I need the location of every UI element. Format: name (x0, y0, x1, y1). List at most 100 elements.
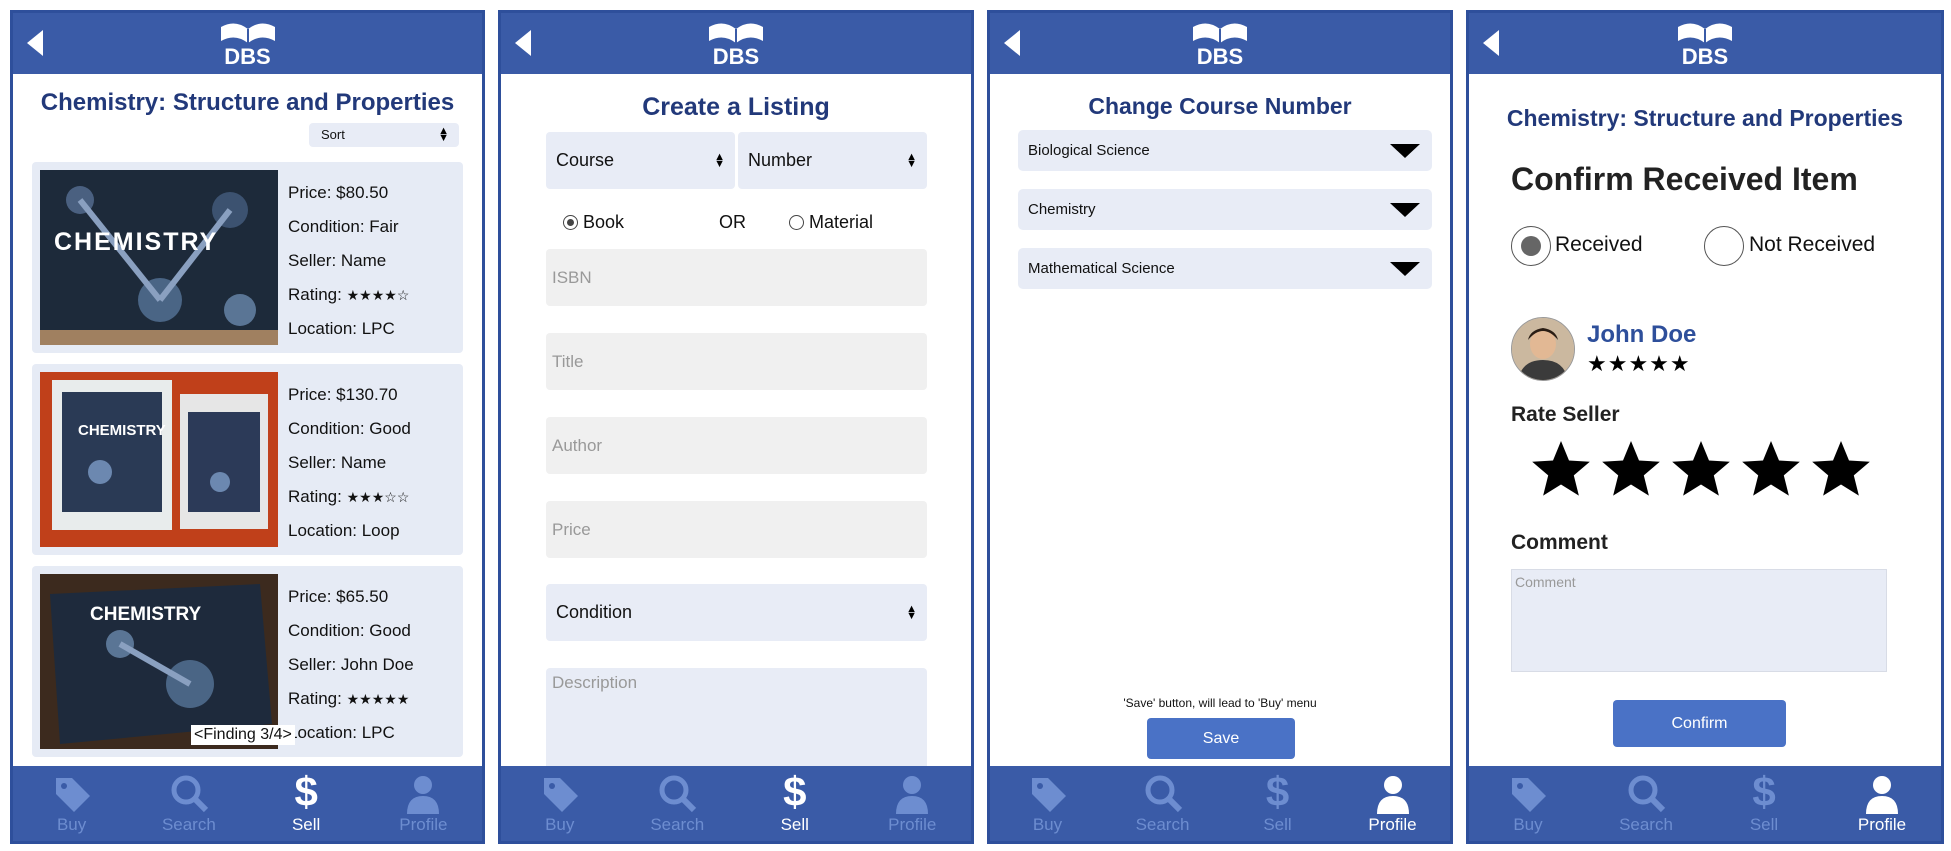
top-bar: DBS (1469, 13, 1941, 74)
nav-profile[interactable]: Profile (1823, 766, 1941, 841)
user-icon (896, 776, 929, 814)
nav-sell[interactable]: $ Sell (1705, 766, 1823, 841)
listing-details: Price: $130.70 Condition: Good Seller: N… (288, 378, 411, 548)
nav-sell[interactable]: $ Sell (736, 766, 854, 841)
star-icon[interactable] (1809, 437, 1873, 501)
material-radio-label: Material (809, 212, 874, 232)
screen-confirm-received: DBS Chemistry: Structure and Properties … (1466, 10, 1944, 844)
author-field[interactable]: Author (546, 417, 927, 474)
listing-seller: Seller: Name (288, 453, 387, 472)
back-arrow-icon[interactable] (1483, 30, 1499, 56)
select-arrows-icon: ▲ ▼ (438, 125, 449, 144)
dbs-logo: DBS (1185, 19, 1255, 69)
dropdown-triangle-icon (1390, 144, 1420, 158)
nav-profile[interactable]: Profile (365, 766, 482, 841)
condition-select[interactable]: Condition ▲ ▼ (546, 584, 927, 641)
nav-search[interactable]: Search (130, 766, 247, 841)
tag-icon (543, 778, 578, 812)
listing-rating: Rating: ★★★★☆ (288, 285, 410, 304)
listing-location: Location: LPC (288, 319, 395, 338)
not-received-radio[interactable] (1704, 226, 1744, 266)
course-dropdown-chemistry[interactable]: Chemistry (1018, 189, 1432, 230)
dollar-icon: $ (1265, 768, 1290, 815)
book-cover-image: CHEMISTRY (40, 170, 278, 345)
confirm-button[interactable]: Confirm (1613, 700, 1786, 747)
comment-field[interactable]: Comment (1511, 569, 1887, 672)
cover-title: CHEMISTRY (78, 422, 166, 439)
save-button[interactable]: Save (1147, 718, 1295, 759)
listing-details: Price: $65.50 Condition: Good Seller: Jo… (288, 580, 414, 750)
material-radio[interactable] (789, 215, 804, 230)
tag-icon (55, 778, 90, 812)
dropdown-triangle-icon (1390, 203, 1420, 217)
book-cover-image: CHEMISTRY (40, 372, 278, 547)
back-arrow-icon[interactable] (1004, 30, 1020, 56)
confirm-heading: Confirm Received Item (1511, 161, 1858, 197)
nav-profile[interactable]: Profile (1335, 766, 1450, 841)
course-select[interactable]: Course ▲ ▼ (546, 132, 735, 189)
star-icon[interactable] (1669, 437, 1733, 501)
nav-buy[interactable]: Buy (501, 766, 619, 841)
cover-title: CHEMISTRY (90, 604, 202, 625)
nav-search[interactable]: Search (1587, 766, 1705, 841)
star-icon[interactable] (1739, 437, 1803, 501)
rating-stars: ★★★★★ (346, 691, 410, 707)
description-field[interactable]: Description (546, 668, 927, 778)
price-field[interactable]: Price (546, 501, 927, 558)
page-title: Create a Listing (642, 93, 830, 121)
rate-seller-stars[interactable] (1529, 437, 1873, 501)
back-arrow-icon[interactable] (515, 30, 531, 56)
received-radio[interactable] (1511, 226, 1551, 266)
search-icon (1628, 775, 1666, 813)
received-label: Received (1555, 233, 1643, 256)
nav-buy[interactable]: Buy (990, 766, 1105, 841)
listing-card[interactable]: CHEMISTRY Price: $80.50 Condition: Fair … (32, 162, 463, 353)
nav-buy[interactable]: Buy (13, 766, 130, 841)
bottom-nav: Buy Search $ Sell Profile (1469, 766, 1941, 841)
top-bar: DBS (990, 13, 1450, 74)
star-icon[interactable] (1529, 437, 1593, 501)
nav-profile[interactable]: Profile (854, 766, 972, 841)
screen-change-course: DBS Change Course Number Biological Scie… (987, 10, 1453, 844)
isbn-field[interactable]: ISBN (546, 249, 927, 306)
nav-search[interactable]: Search (619, 766, 737, 841)
listing-card[interactable]: CHEMISTRY Price: $130.70 Condition: Good… (32, 364, 463, 555)
nav-sell[interactable]: $ Sell (248, 766, 365, 841)
course-dropdown-biological-science[interactable]: Biological Science (1018, 130, 1432, 171)
finding-indicator[interactable]: <Finding 3/4> (191, 725, 295, 745)
seller-name[interactable]: John Doe (1587, 321, 1696, 349)
select-arrows-icon: ▲ ▼ (714, 150, 725, 170)
nav-search[interactable]: Search (1105, 766, 1220, 841)
sort-select[interactable]: Sort ▲ ▼ (309, 123, 459, 147)
nav-sell[interactable]: $ Sell (1220, 766, 1335, 841)
listing-seller: Seller: Name (288, 251, 387, 270)
top-bar: DBS (13, 13, 482, 74)
book-cover-image: CHEMISTRY (40, 574, 278, 749)
user-icon (407, 776, 440, 814)
bottom-nav: Buy Search $ Sell Profile (990, 766, 1450, 841)
screen-book-listings: DBS Chemistry: Structure and Properties … (10, 10, 485, 844)
page-title: Chemistry: Structure and Properties (40, 89, 455, 116)
rating-stars: ★★★☆☆ (346, 489, 410, 505)
listing-condition: Condition: Fair (288, 217, 399, 236)
back-arrow-icon[interactable] (27, 30, 43, 56)
nav-buy[interactable]: Buy (1469, 766, 1587, 841)
number-select[interactable]: Number ▲ ▼ (738, 132, 927, 189)
star-icon[interactable] (1599, 437, 1663, 501)
top-bar: DBS (501, 13, 971, 74)
book-radio[interactable] (563, 215, 578, 230)
course-dropdown-mathematical-science[interactable]: Mathematical Science (1018, 248, 1432, 289)
comment-label: Comment (1511, 531, 1608, 554)
seller-avatar[interactable] (1511, 317, 1575, 381)
select-arrows-icon: ▲ ▼ (906, 602, 917, 622)
dbs-logo: DBS (701, 19, 771, 69)
bottom-nav: Buy Search $ Sell Profile (501, 766, 971, 841)
seller-rating-stars: ★★★★★ (1587, 351, 1691, 376)
title-field[interactable]: Title (546, 333, 927, 390)
listing-details: Price: $80.50 Condition: Fair Seller: Na… (288, 176, 409, 346)
book-radio-label: Book (583, 212, 625, 232)
dbs-logo: DBS (1670, 19, 1740, 69)
radio-dot (567, 219, 574, 226)
listing-price: Price: $80.50 (288, 183, 389, 202)
bottom-nav: Buy Search $ Sell Profile (13, 766, 482, 841)
